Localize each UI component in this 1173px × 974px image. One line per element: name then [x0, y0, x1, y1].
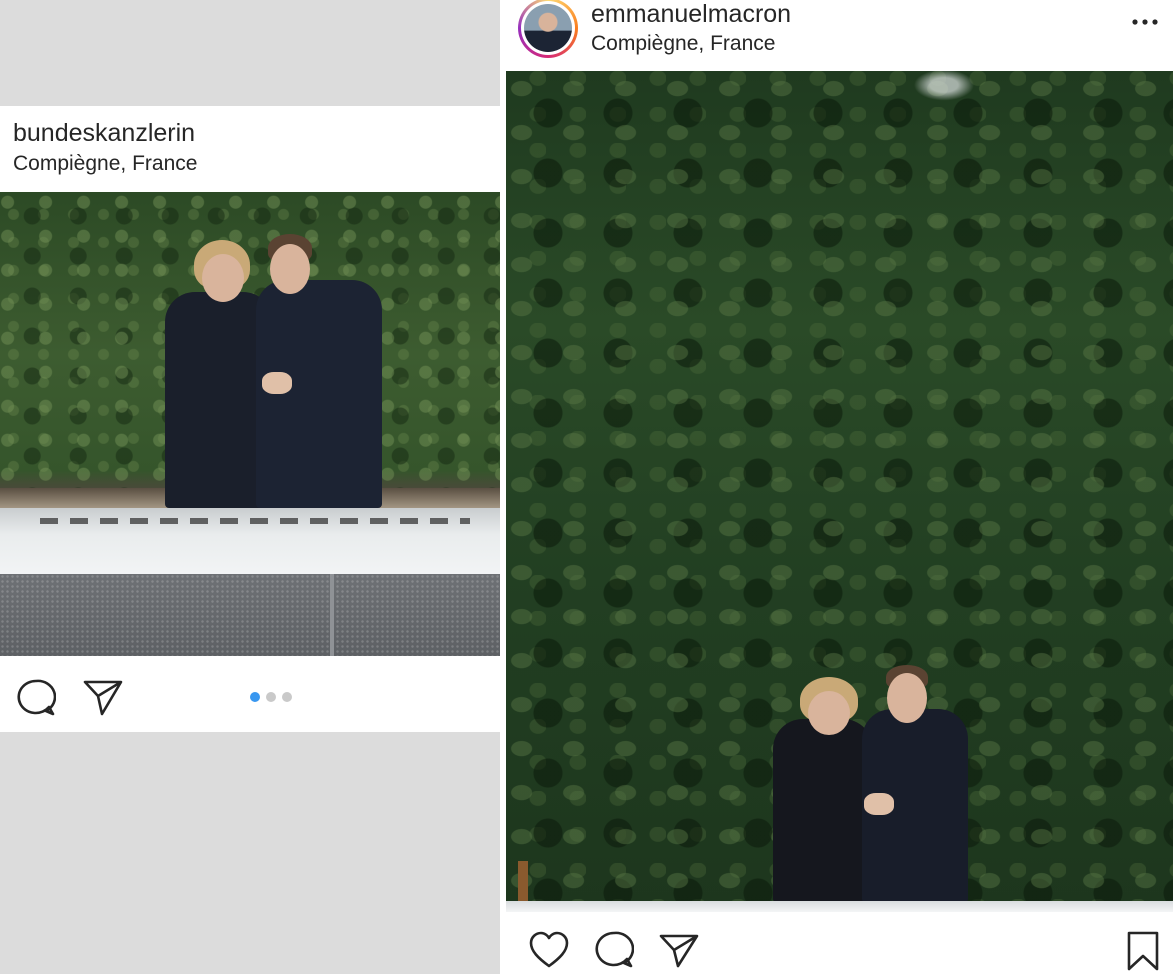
send-icon[interactable]	[82, 678, 124, 718]
post-username[interactable]: bundeskanzlerin	[13, 119, 195, 148]
comment-icon[interactable]	[16, 678, 56, 718]
send-icon[interactable]	[658, 932, 700, 970]
granite-base	[0, 574, 500, 656]
bookmark-icon[interactable]	[1125, 930, 1161, 972]
more-options-icon[interactable]	[1130, 16, 1160, 28]
post-location[interactable]: Compiègne, France	[13, 152, 197, 176]
carousel-dot-active	[250, 692, 260, 702]
avatar[interactable]	[518, 0, 578, 58]
heart-icon[interactable]	[528, 931, 570, 969]
memorial-slab	[0, 508, 500, 574]
emmanuelmacron-post: emmanuelmacron Compiègne, France	[506, 0, 1173, 974]
post-location[interactable]: Compiègne, France	[591, 32, 775, 56]
bundeskanzlerin-post: bundeskanzlerin Compiègne, France	[0, 106, 500, 732]
post-photo[interactable]	[506, 71, 1173, 912]
wooden-stake	[518, 861, 528, 901]
post-actions	[506, 912, 1173, 974]
carousel-dot	[282, 692, 292, 702]
post-header: bundeskanzlerin Compiègne, France	[0, 106, 500, 192]
post-actions	[0, 656, 500, 732]
left-screenshot-background: bundeskanzlerin Compiègne, France	[0, 0, 500, 974]
post-photo[interactable]	[0, 192, 500, 656]
clasped-hands	[864, 793, 894, 815]
carousel-indicator	[250, 692, 292, 702]
clasped-hands	[262, 372, 292, 394]
carousel-dot	[266, 692, 276, 702]
comment-icon[interactable]	[594, 930, 634, 970]
memorial-slab	[506, 901, 1173, 912]
post-username[interactable]: emmanuelmacron	[591, 0, 791, 29]
